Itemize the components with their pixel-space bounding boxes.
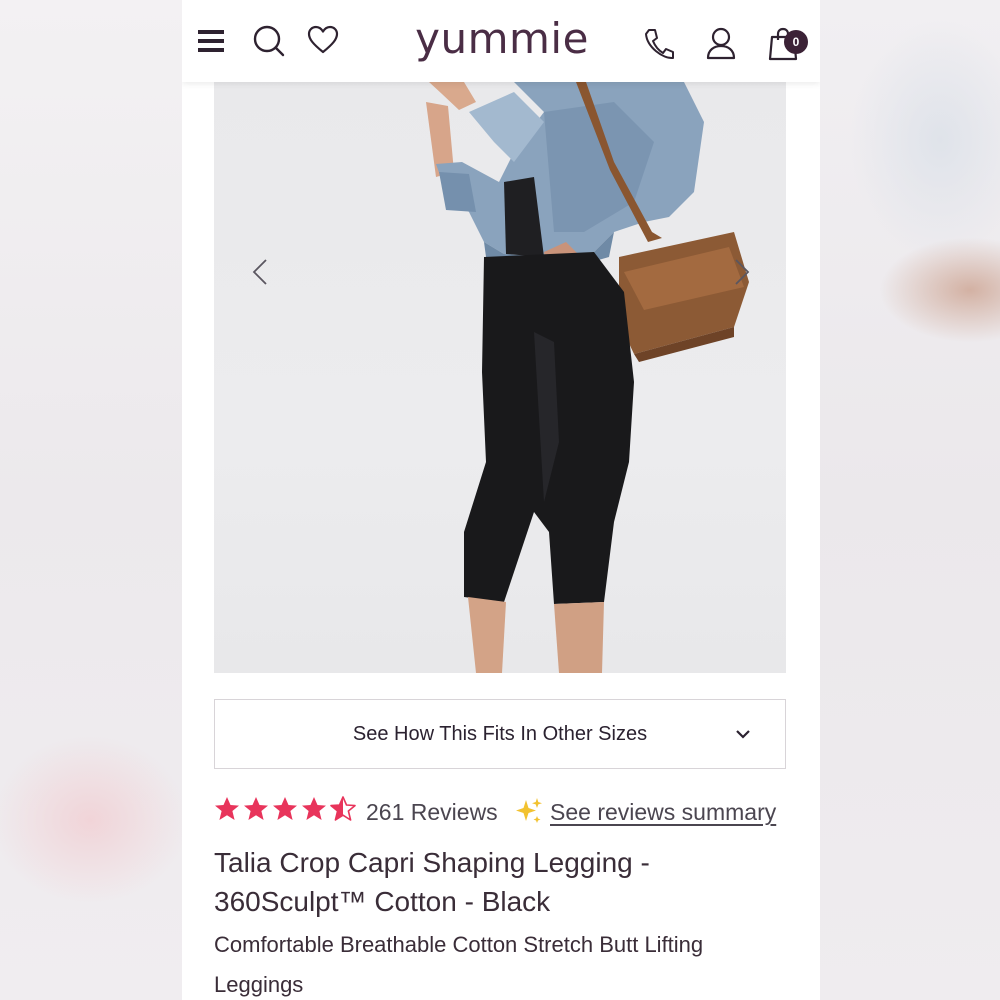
product-photo — [426, 82, 749, 673]
backdrop-left — [0, 0, 182, 1000]
backdrop-right — [820, 0, 1000, 1000]
reviews-summary-link[interactable]: See reviews summary — [550, 796, 776, 828]
chevron-down-icon — [733, 724, 753, 744]
product-title: Talia Crop Capri Shaping Legging - 360Sc… — [214, 843, 794, 921]
cart-count-badge: 0 — [784, 30, 808, 54]
reviews-count[interactable]: 261 Reviews — [366, 796, 498, 828]
rating-row: 261 Reviews See reviews summary — [214, 792, 794, 832]
phone-icon[interactable] — [642, 26, 676, 62]
product-subtitle-line: Comfortable Breathable Cotton Stretch Bu… — [214, 932, 704, 957]
star-icon — [243, 796, 269, 822]
mobile-page: yummie 0 See How This Fits In Other Size… — [182, 0, 820, 1000]
product-subtitle-line: Leggings — [214, 972, 304, 997]
site-header: yummie 0 — [182, 0, 820, 82]
star-icon — [272, 796, 298, 822]
sparkle-icon — [514, 796, 544, 826]
product-subtitle: Comfortable Breathable Cotton Stretch Bu… — [214, 925, 794, 1000]
star-icon — [214, 796, 240, 822]
search-icon[interactable] — [252, 24, 286, 58]
menu-icon[interactable] — [196, 26, 226, 56]
size-fit-dropdown[interactable]: See How This Fits In Other Sizes — [214, 699, 786, 769]
brand-logo[interactable]: yummie — [412, 14, 592, 64]
half-star-icon — [330, 796, 356, 822]
chevron-right-icon[interactable] — [726, 252, 756, 292]
star-icon — [301, 796, 327, 822]
product-title-line: 360Sculpt™ Cotton - Black — [214, 886, 551, 917]
product-image[interactable] — [214, 82, 786, 673]
chevron-left-icon[interactable] — [246, 252, 276, 292]
user-icon[interactable] — [704, 26, 738, 60]
heart-icon[interactable] — [306, 24, 340, 56]
product-title-line: Talia Crop Capri Shaping Legging - — [214, 847, 650, 878]
size-fit-label: See How This Fits In Other Sizes — [352, 723, 648, 745]
